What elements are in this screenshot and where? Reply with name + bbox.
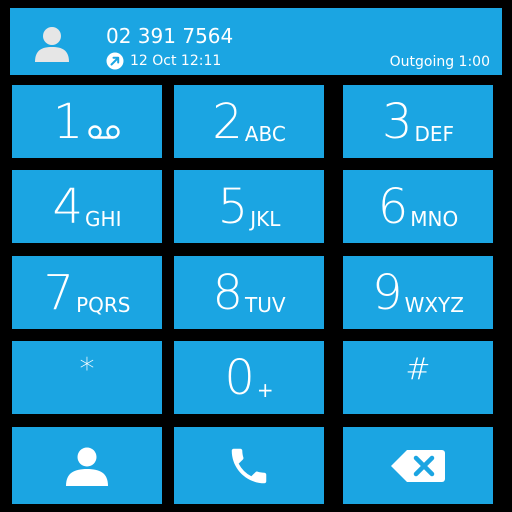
key-5[interactable]: 5 JKL: [174, 170, 324, 243]
key-digit: 3: [381, 94, 413, 150]
key-6[interactable]: 6 MNO: [343, 170, 493, 243]
key-8[interactable]: 8 TUV: [174, 256, 324, 329]
key-7[interactable]: 7 PQRS: [12, 256, 162, 329]
key-digit: 6: [377, 179, 409, 235]
key-letters: MNO: [410, 207, 459, 231]
key-0[interactable]: 0 +: [174, 341, 324, 414]
key-digit: *: [79, 352, 95, 387]
key-9[interactable]: 9 WXYZ: [343, 256, 493, 329]
key-letters: ABC: [244, 122, 286, 146]
key-star[interactable]: *: [12, 341, 162, 414]
call-status: Outgoing 1:00: [389, 54, 490, 70]
key-hash[interactable]: #: [343, 341, 493, 414]
phone-icon: [231, 448, 267, 483]
backspace-button[interactable]: [343, 427, 493, 504]
key-letters: PQRS: [76, 293, 131, 317]
contact-avatar-icon: [35, 27, 69, 62]
recent-call-panel[interactable]: 02 391 7564 12 Oct 12:11 Outgoing 1:00: [10, 8, 502, 75]
key-1[interactable]: 1: [12, 85, 162, 158]
key-digit: 0: [224, 350, 255, 406]
key-digit: 8: [212, 265, 243, 321]
key-digit: 1: [52, 94, 84, 150]
call-button[interactable]: [174, 427, 324, 504]
key-digit: #: [405, 352, 431, 387]
key-digit: 5: [217, 179, 249, 235]
key-3[interactable]: 3 DEF: [343, 85, 493, 158]
key-letters: WXYZ: [404, 293, 464, 317]
contacts-button[interactable]: [12, 427, 162, 504]
key-digit: 2: [212, 94, 243, 150]
key-letters: GHI: [85, 207, 122, 231]
key-letters: TUV: [245, 293, 286, 317]
voicemail-icon: [88, 125, 120, 139]
call-meta: 12 Oct 12:11: [106, 52, 221, 70]
person-icon: [66, 447, 108, 486]
key-letters: JKL: [250, 207, 281, 231]
key-4[interactable]: 4 GHI: [12, 170, 162, 243]
key-2[interactable]: 2 ABC: [174, 85, 324, 158]
outgoing-call-icon: [106, 52, 124, 70]
call-datetime: 12 Oct 12:11: [130, 53, 222, 69]
key-letters: +: [256, 378, 274, 402]
backspace-icon: [391, 449, 445, 482]
key-letters: DEF: [414, 122, 455, 146]
phone-number: 02 391 7564: [106, 24, 234, 48]
key-digit: 4: [52, 179, 84, 235]
key-digit: 9: [372, 265, 403, 321]
key-digit: 7: [43, 265, 75, 321]
